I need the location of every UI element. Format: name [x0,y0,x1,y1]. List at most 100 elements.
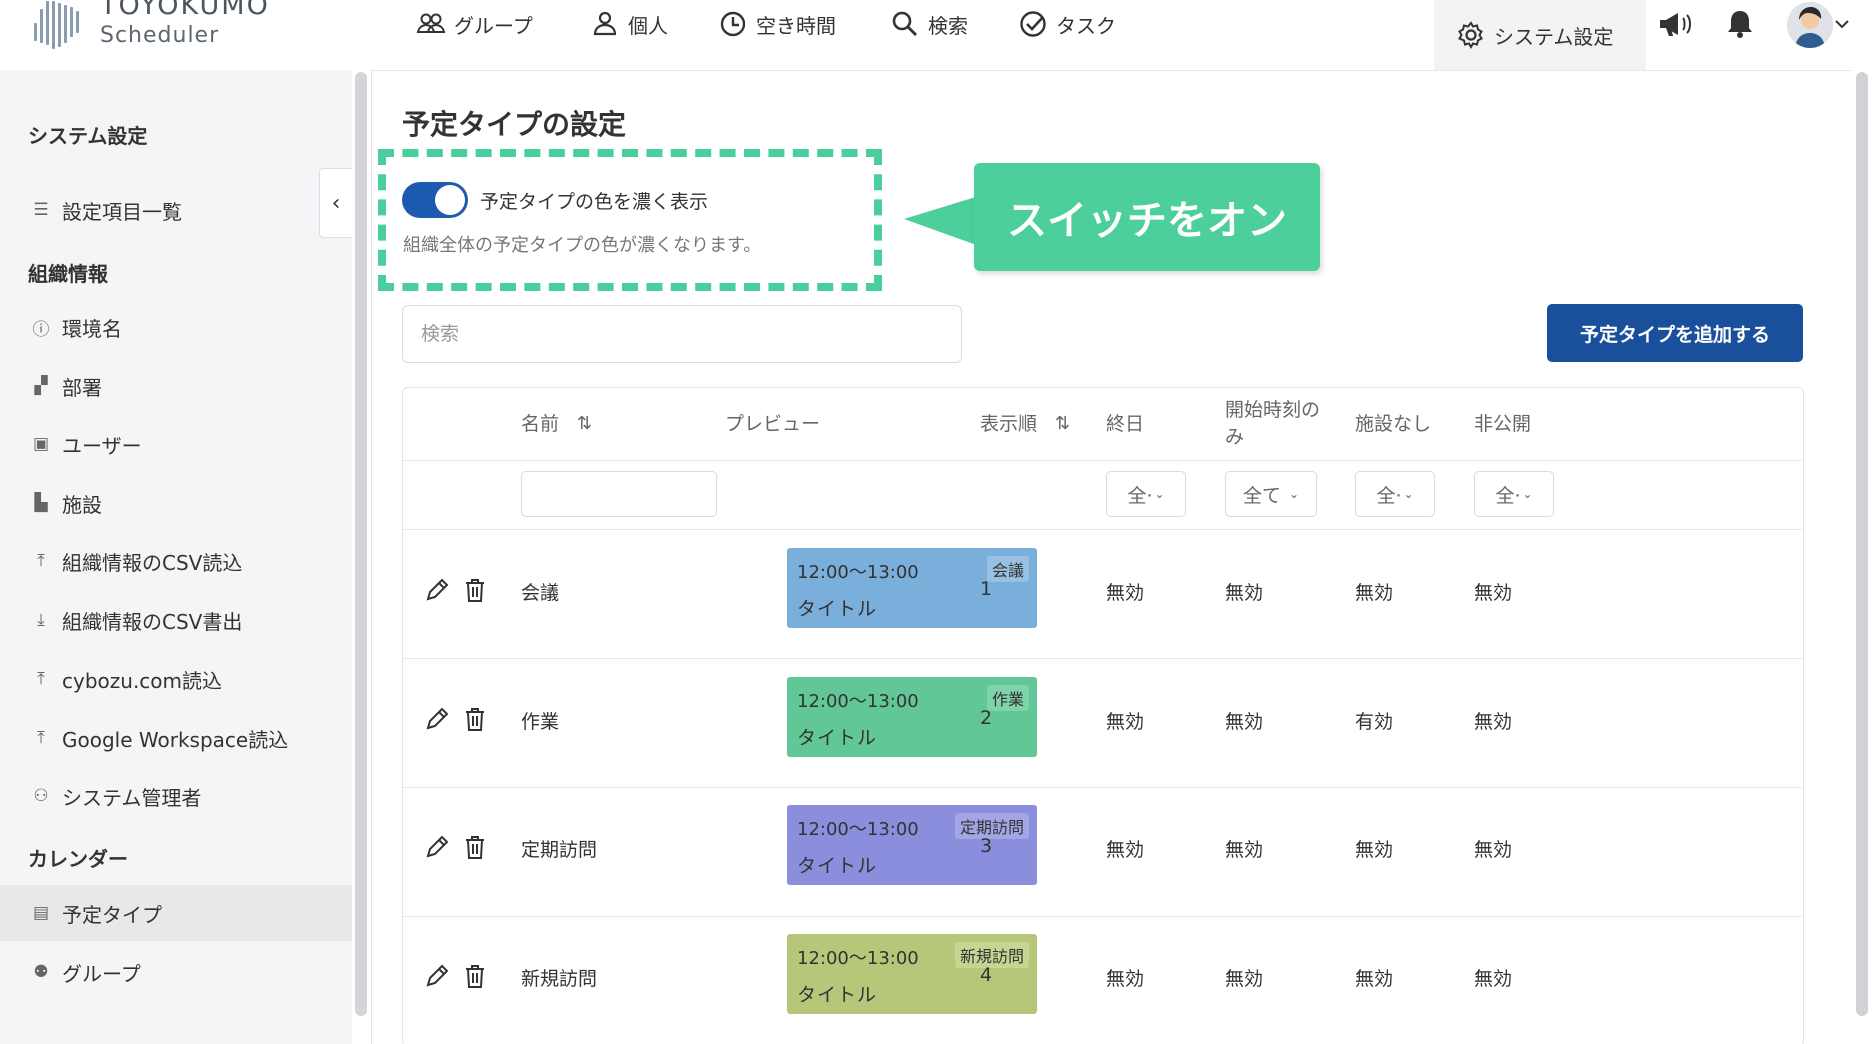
header-private-label: 非公開 [1474,412,1532,435]
column-header-private: 非公開 [1474,388,1531,460]
list-icon: ☰ [33,200,49,220]
event-type-icon: ▤ [32,903,50,923]
sidebar-item-users[interactable]: ▣ ユーザー [0,416,352,472]
sidebar-item-env-name[interactable]: ⓘ 環境名 [0,299,352,355]
edit-pencil-icon[interactable] [423,705,451,733]
trash-icon[interactable] [461,705,489,733]
sidebar-section-calendar: カレンダー [28,847,128,871]
nav-search[interactable]: 検索 [890,6,968,42]
avatar[interactable] [1787,2,1833,48]
sidebar-item-csv-export[interactable]: ⤓ 組織情報のCSV書出 [0,592,352,648]
row-startonly: 無効 [1225,582,1264,604]
sidebar-item-label: 施設 [62,492,102,517]
megaphone-icon [1660,13,1691,36]
allday-filter-select[interactable]: 全· ⌄ [1106,471,1186,517]
search-input[interactable] [402,305,962,363]
brand-title: TOYOKUMO [100,0,270,21]
filter-value: 全· [1495,484,1521,507]
system-settings-button[interactable]: システム設定 [1434,0,1646,70]
sidebar-item-system-admin[interactable]: ⚇ システム管理者 [0,768,352,824]
nofacility-filter-select[interactable]: 全· ⌄ [1355,471,1435,517]
sidebar-item-label: Google Workspace読込 [62,727,289,752]
sidebar-section-org: 組織情報 [28,262,108,286]
sidebar-title: システム設定 [28,124,148,148]
sidebar-item-label: 環境名 [62,316,122,341]
brand-subtitle: Scheduler [100,22,220,48]
toggle-label: 予定タイプの色を濃く表示 [480,191,709,213]
row-order: 2 [980,707,993,729]
filter-value: 全て [1242,484,1281,507]
group-icon [416,13,446,33]
edit-pencil-icon[interactable] [423,833,451,861]
name-filter-input[interactable] [521,471,717,517]
sidebar: システム設定 ‹ ☰ 設定項目一覧 組織情報 ⓘ 環境名 ▞ 部署 ▣ ユーザー… [0,70,352,1044]
sidebar-scrollbar[interactable] [355,72,367,1016]
sidebar-item-department[interactable]: ▞ 部署 [0,358,352,414]
chevron-down-icon: ⌄ [1403,487,1414,501]
chevron-down-icon: ⌄ [1522,487,1533,501]
row-name: 会議 [521,582,560,604]
column-header-order[interactable]: 表示順 ⇅ [980,388,1070,460]
dark-color-toggle[interactable] [402,182,468,218]
sidebar-item-cybozu-import[interactable]: ⤒ cybozu.com読込 [0,651,352,707]
header-order-label: 表示順 [980,412,1038,435]
trash-icon[interactable] [461,833,489,861]
trash-icon[interactable] [461,576,489,604]
upload-icon: ⤒ [37,728,45,748]
nav-personal[interactable]: 個人 [590,6,668,42]
row-startonly: 無効 [1225,839,1264,861]
sidebar-item-settings-list[interactable]: ☰ 設定項目一覧 [0,182,352,238]
row-nofacility: 無効 [1355,582,1394,604]
divider [403,529,1803,530]
row-allday: 無効 [1106,968,1145,990]
preview-tag: 作業 [986,685,1029,711]
chevron-down-icon: ⌄ [1154,487,1165,501]
system-settings-label: システム設定 [1494,24,1614,49]
sidebar-item-csv-import[interactable]: ⤒ 組織情報のCSV読込 [0,533,352,589]
row-private: 無効 [1474,582,1513,604]
row-actions [423,705,499,733]
row-private: 無効 [1474,839,1513,861]
highlight-dashed-box [378,149,882,291]
divider [403,916,1803,917]
row-name: 新規訪問 [521,968,598,990]
chevron-down-icon: ⌄ [1288,487,1300,501]
notification-button[interactable] [1720,4,1760,44]
sidebar-item-groups[interactable]: ⚉ グループ [0,944,352,1000]
sort-icon[interactable]: ⇅ [577,411,592,436]
edit-pencil-icon[interactable] [423,576,451,604]
logo[interactable]: TOYOKUMO Scheduler [30,0,270,52]
edit-pencil-icon[interactable] [423,962,451,990]
nav-task[interactable]: タスク [1018,6,1116,42]
divider [403,787,1803,788]
announcement-button[interactable] [1655,4,1695,44]
sidebar-item-event-types[interactable]: ▤ 予定タイプ [0,885,352,941]
row-private: 無効 [1474,711,1513,733]
row-allday: 無効 [1106,711,1145,733]
sidebar-item-google-import[interactable]: ⤒ Google Workspace読込 [0,710,352,766]
preview-title: タイトル [797,598,878,620]
toggle-knob [435,185,465,215]
account-menu-chevron-icon[interactable] [1830,4,1854,44]
logo-mark-icon [30,1,88,51]
task-check-icon [1020,11,1046,37]
building-icon: ▙ [34,493,48,513]
sort-icon[interactable]: ⇅ [1055,411,1070,436]
column-header-name[interactable]: 名前 ⇅ [521,388,592,460]
add-event-type-button[interactable]: 予定タイプを追加する [1547,304,1803,362]
nav-group[interactable]: グループ [416,6,533,42]
main-scrollbar[interactable] [1856,72,1868,1016]
header-startonly-label-2: み [1225,426,1245,448]
header-preview-label: プレビュー [725,412,821,435]
main-content: 予定タイプの設定 予定タイプの色を濃く表示 組織全体の予定タイプの色が濃くなりま… [371,70,1851,1044]
private-filter-select[interactable]: 全· ⌄ [1474,471,1554,517]
sidebar-item-facilities[interactable]: ▙ 施設 [0,475,352,531]
nav-free-time[interactable]: 空き時間 [718,6,836,42]
column-header-startonly: 開始時刻の み [1225,388,1320,460]
sidebar-item-label: ユーザー [62,433,142,458]
trash-icon[interactable] [461,962,489,990]
sidebar-item-label: システム管理者 [62,785,202,810]
gear-icon [1458,21,1483,50]
sidebar-item-label: 予定タイプ [62,902,162,927]
startonly-filter-select[interactable]: 全て ⌄ [1225,471,1317,517]
